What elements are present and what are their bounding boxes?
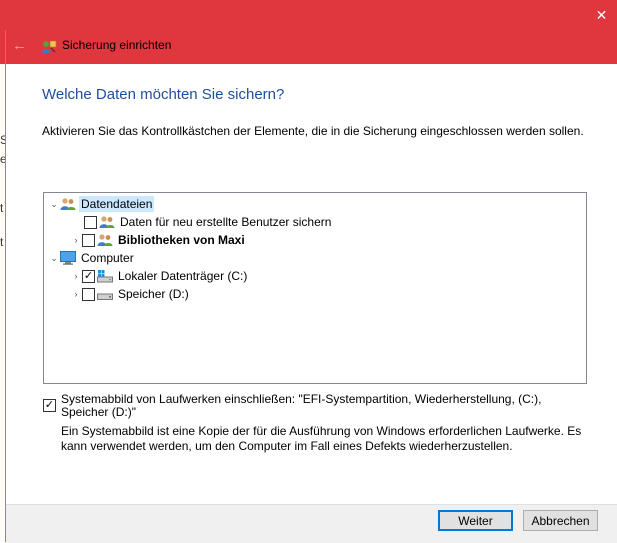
drive-icon (97, 293, 113, 300)
system-image-label[interactable]: Systemabbild von Laufwerken einschließen… (61, 393, 586, 419)
tree-item-bibliotheken[interactable]: › Bibliotheken von Maxi (70, 231, 247, 249)
window-close-button[interactable]: ✕ (586, 0, 617, 30)
tree-item-label: Speicher (D:) (118, 287, 189, 301)
page-heading: Welche Daten möchten Sie sichern? (42, 86, 285, 103)
tree-item-drive-c[interactable]: › ✓ Lokaler Datenträger (C:) (70, 267, 249, 285)
collapse-icon[interactable]: ⌄ (48, 195, 60, 213)
tree-item-label: Bibliotheken von Maxi (118, 233, 245, 247)
expand-icon[interactable]: › (70, 285, 82, 303)
back-arrow-icon: ← (12, 37, 27, 54)
users-icon (60, 198, 76, 210)
tree-item-label: Computer (81, 251, 134, 265)
expand-icon[interactable]: › (70, 231, 82, 249)
tree-item-computer[interactable]: ⌄ Computer (48, 249, 136, 267)
monitor-icon (60, 251, 76, 265)
users-icon (97, 234, 113, 246)
tree-item-checkbox[interactable] (84, 215, 97, 229)
back-button[interactable]: ← (12, 38, 30, 54)
backup-icon (42, 40, 57, 53)
tree-item-new-users[interactable]: Daten für neu erstellte Benutzer sichern (84, 213, 333, 231)
tree-item-checkbox[interactable] (82, 287, 95, 301)
collapse-icon[interactable]: ⌄ (48, 249, 60, 267)
dialog-footer: Weiter Abbrechen (6, 504, 617, 543)
system-image-description: Ein Systemabbild ist eine Kopie der für … (61, 424, 582, 453)
tree-item-datendateien[interactable]: ⌄ Datendateien (48, 195, 155, 213)
users-icon (99, 216, 115, 228)
tree-item-checkbox[interactable] (82, 233, 95, 247)
system-image-checkbox[interactable]: ✓ (43, 399, 56, 412)
tree-item-checkbox-checked[interactable]: ✓ (82, 269, 95, 283)
tree-item-label: Datendateien (79, 196, 155, 212)
cancel-button[interactable]: Abbrechen (523, 510, 598, 531)
close-icon: ✕ (595, 6, 608, 23)
backup-dialog: ← Sicherung einrichten Welche Daten möch… (5, 30, 617, 543)
dialog-navbar: ← Sicherung einrichten (6, 30, 617, 64)
windows-drive-icon (97, 270, 113, 283)
tree-item-label: Daten für neu erstellte Benutzer sichern (120, 215, 332, 229)
tree-item-label: Lokaler Datenträger (C:) (118, 269, 248, 283)
next-button[interactable]: Weiter (438, 510, 513, 531)
dialog-title: Sicherung einrichten (62, 38, 172, 52)
backup-item-tree[interactable]: ⌄ Datendateien Daten für neu erstellte B… (43, 192, 587, 384)
instruction-text: Aktivieren Sie das Kontrollkästchen der … (42, 124, 584, 138)
expand-icon[interactable]: › (70, 267, 82, 285)
tree-item-drive-d[interactable]: › Speicher (D:) (70, 285, 191, 303)
